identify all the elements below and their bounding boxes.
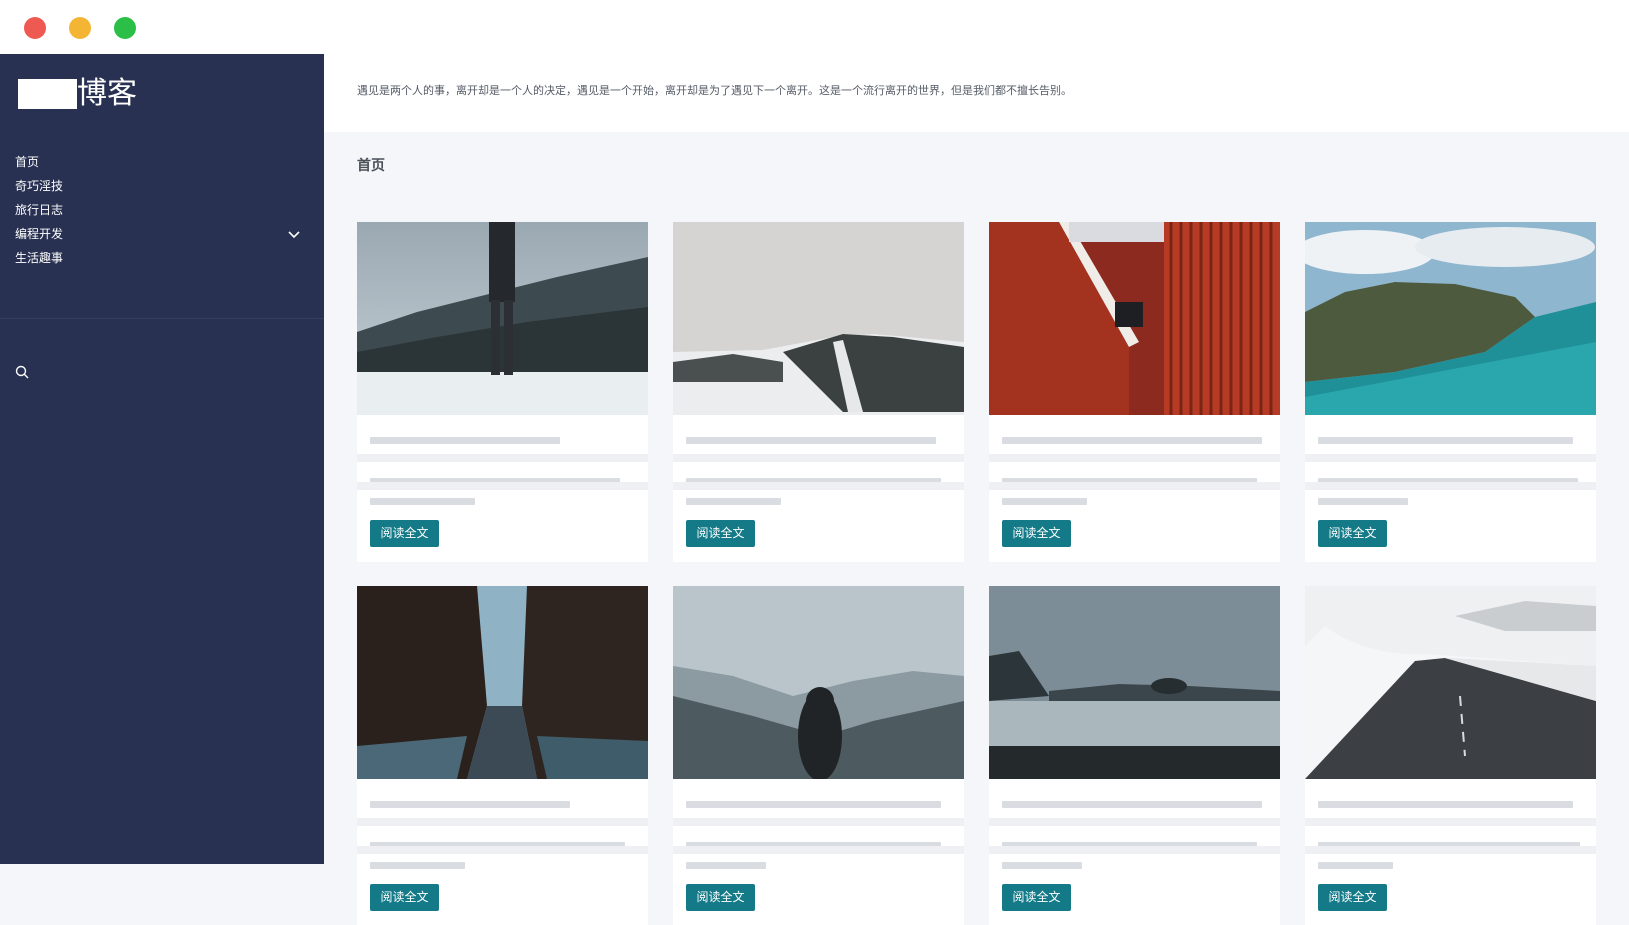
post-card: 阅读全文 [1305, 586, 1596, 925]
post-card: 阅读全文 [1305, 222, 1596, 562]
maximize-window-button[interactable] [114, 17, 136, 39]
post-card: 阅读全文 [357, 222, 648, 562]
read-more-button[interactable]: 阅读全文 [1002, 520, 1071, 547]
card-separator [357, 846, 648, 854]
browser-window: 博客 首页 奇巧淫技 旅行日志 编程开发 生活趣事 遇见是两个人的事，离开却是一… [0, 0, 1629, 925]
post-thumbnail[interactable] [989, 586, 1280, 779]
post-title-placeholder [1318, 437, 1573, 444]
window-titlebar [0, 0, 1629, 54]
post-excerpt-placeholder [686, 862, 766, 869]
post-thumbnail[interactable] [673, 586, 964, 779]
post-title-placeholder [1002, 437, 1262, 444]
post-excerpt-placeholder [370, 862, 465, 869]
post-thumbnail[interactable] [673, 222, 964, 415]
chevron-down-icon[interactable] [286, 226, 302, 242]
post-thumbnail[interactable] [989, 222, 1280, 415]
sidebar-nav: 首页 奇巧淫技 旅行日志 编程开发 生活趣事 [0, 150, 324, 270]
post-title-placeholder [686, 801, 941, 808]
page-title: 首页 [357, 158, 385, 174]
minimize-window-button[interactable] [69, 17, 91, 39]
card-separator [673, 454, 964, 462]
post-card: 阅读全文 [673, 222, 964, 562]
card-separator [673, 846, 964, 854]
card-separator [357, 818, 648, 826]
close-window-button[interactable] [24, 17, 46, 39]
nav-item-tricks[interactable]: 奇巧淫技 [0, 174, 324, 198]
read-more-button[interactable]: 阅读全文 [1318, 884, 1387, 911]
sidebar: 博客 首页 奇巧淫技 旅行日志 编程开发 生活趣事 [0, 54, 324, 864]
card-separator [989, 818, 1280, 826]
post-title-placeholder [1318, 801, 1573, 808]
search-icon[interactable] [14, 364, 30, 380]
post-thumbnail[interactable] [1305, 222, 1596, 415]
post-card: 阅读全文 [673, 586, 964, 925]
nav-item-programming[interactable]: 编程开发 [0, 222, 324, 246]
card-separator [1305, 846, 1596, 854]
post-title-placeholder [370, 437, 560, 444]
post-thumbnail[interactable] [357, 222, 648, 415]
read-more-button[interactable]: 阅读全文 [370, 520, 439, 547]
card-separator [1305, 454, 1596, 462]
read-more-button[interactable]: 阅读全文 [370, 884, 439, 911]
post-card: 阅读全文 [989, 586, 1280, 925]
card-separator [1305, 818, 1596, 826]
card-separator [673, 818, 964, 826]
nav-item-travel[interactable]: 旅行日志 [0, 198, 324, 222]
read-more-button[interactable]: 阅读全文 [1318, 520, 1387, 547]
card-separator [989, 454, 1280, 462]
post-excerpt-placeholder [1002, 862, 1082, 869]
post-thumbnail[interactable] [1305, 586, 1596, 779]
logo-redacted-block [18, 79, 77, 109]
post-thumbnail[interactable] [357, 586, 648, 779]
sidebar-divider [0, 318, 324, 319]
card-separator [673, 482, 964, 490]
site-logo[interactable]: 博客 [18, 76, 137, 112]
main-header: 遇见是两个人的事，离开却是一个人的决定，遇见是一个开始，离开却是为了遇见下一个离… [324, 54, 1629, 132]
nav-item-home[interactable]: 首页 [0, 150, 324, 174]
post-excerpt-placeholder [1318, 862, 1393, 869]
nav-item-life[interactable]: 生活趣事 [0, 246, 324, 270]
logo-text: 博客 [77, 76, 137, 111]
post-title-placeholder [1002, 801, 1262, 808]
nav-item-programming-label: 编程开发 [15, 227, 64, 241]
post-title-placeholder [370, 801, 570, 808]
read-more-button[interactable]: 阅读全文 [686, 884, 755, 911]
post-excerpt-placeholder [686, 498, 781, 505]
card-separator [357, 454, 648, 462]
read-more-button[interactable]: 阅读全文 [686, 520, 755, 547]
post-excerpt-placeholder [1002, 498, 1087, 505]
post-excerpt-placeholder [370, 498, 475, 505]
card-separator [357, 482, 648, 490]
header-quote: 遇见是两个人的事，离开却是一个人的决定，遇见是一个开始，离开却是为了遇见下一个离… [357, 84, 1072, 97]
read-more-button[interactable]: 阅读全文 [1002, 884, 1071, 911]
card-separator [989, 846, 1280, 854]
card-separator [1305, 482, 1596, 490]
post-excerpt-placeholder [1318, 498, 1408, 505]
card-separator [989, 482, 1280, 490]
post-card: 阅读全文 [357, 586, 648, 925]
post-title-placeholder [686, 437, 936, 444]
post-card: 阅读全文 [989, 222, 1280, 562]
